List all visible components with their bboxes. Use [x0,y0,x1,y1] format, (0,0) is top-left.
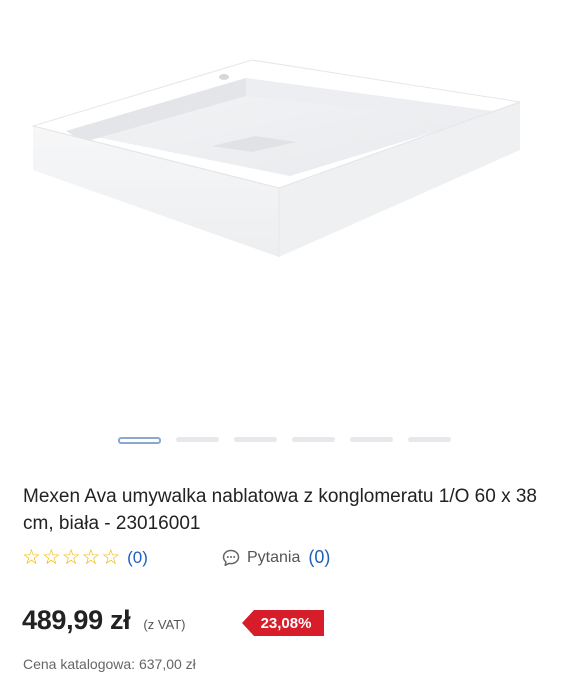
gallery-dot-6[interactable] [408,437,451,442]
price: 489,99 zł [22,605,131,635]
catalog-price: Cena katalogowa: 637,00 zł [23,656,196,672]
product-title: Mexen Ava umywalka nablatowa z konglomer… [23,485,537,534]
rating-stars: ☆ ☆ ☆ ☆ ☆ [22,546,120,570]
discount-badge: 23,08% [242,610,324,636]
gallery-pagination [118,437,451,444]
price-row: 489,99 zł (z VAT) [22,605,186,636]
product-image [31,59,521,257]
questions-link[interactable]: Pytania (0) [221,547,330,568]
questions-label: Pytania [247,548,301,566]
star-empty-icon: ☆ [101,546,121,569]
star-empty-icon: ☆ [41,546,61,569]
star-empty-icon: ☆ [22,546,41,569]
product-image-gallery[interactable] [0,0,568,425]
gallery-dot-5[interactable] [350,437,393,442]
vat-note: (z VAT) [143,617,186,632]
gallery-dot-1[interactable] [118,437,161,444]
gallery-dot-2[interactable] [176,437,219,442]
gallery-dot-3[interactable] [234,437,277,442]
questions-count: (0) [308,547,331,567]
gallery-dot-4[interactable] [292,437,335,442]
star-empty-icon: ☆ [61,546,81,569]
rating[interactable]: ☆ ☆ ☆ ☆ ☆ (0) [22,546,148,570]
rating-count[interactable]: (0) [127,548,148,568]
chat-bubble-icon [222,549,240,566]
star-empty-icon: ☆ [81,546,101,569]
